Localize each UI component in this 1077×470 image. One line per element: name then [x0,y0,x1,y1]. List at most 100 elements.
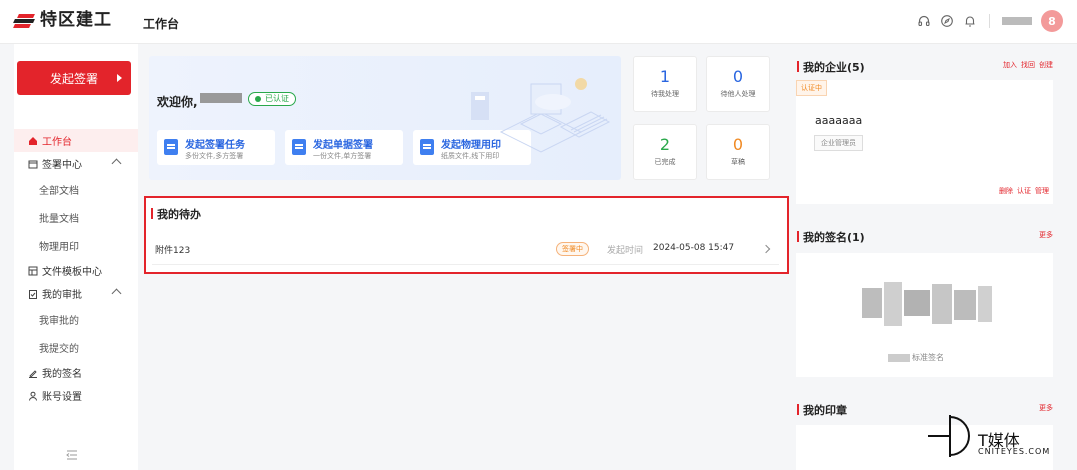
pen-icon [29,369,37,378]
collapse-menu-icon[interactable] [66,449,78,461]
sidebar-item-label: 文件模板中心 [42,267,102,278]
stat-completed[interactable]: 2 已完成 [633,124,697,180]
stat-label: 已完成 [654,158,676,166]
status-badge: 签署中 [556,242,589,256]
signature-label: 标准签名 [888,352,944,363]
avatar[interactable]: 8 [1041,10,1063,32]
folder-icon [28,160,38,168]
status-badge: 认证中 [796,80,827,96]
sidebar-item-label: 签署中心 [42,160,82,171]
sidebar-item-workbench[interactable]: 工作台 [14,129,138,152]
header-toolbar: 8 [917,10,1063,32]
isometric-illustration-icon [471,78,611,153]
printer-icon [420,139,434,155]
stat-label: 待他人处理 [720,90,756,98]
stat-drafts[interactable]: 0 草稿 [706,124,770,180]
sidebar-item-my-signature[interactable]: 我的签名 [14,361,138,384]
signature-card[interactable]: 标准签名 [796,253,1053,377]
stat-to-handle[interactable]: 1 待我处理 [633,56,697,112]
user-name-redacted[interactable] [1002,17,1032,25]
action-subtitle: 多份文件,多方签署 [185,152,244,160]
caret-right-icon [117,74,122,82]
template-icon [28,266,38,275]
bell-icon[interactable] [963,14,977,28]
brand-mark-icon [13,14,35,28]
user-name-redacted [200,93,242,103]
stat-value: 2 [659,135,671,154]
media-watermark: T媒体 CNITEYES.COM [926,409,1076,465]
sidebar-item-batch-docs[interactable]: 批量文档 [14,203,138,231]
top-header: 特区建工 工作台 8 [0,0,1077,44]
recover-link[interactable]: 找回 [1021,60,1035,70]
home-icon [29,136,37,145]
signature-image-redacted [862,282,992,326]
action-title: 发起单据签署 [313,140,373,151]
start-single-signing-card[interactable]: 发起单据签署 一份文件,单方签署 [285,130,403,165]
time-value: 2024-05-08 15:47 [653,243,735,253]
sidebar-item-label: 全部文档 [39,185,79,197]
sidebar-item-label: 我提交的 [39,343,79,355]
chevron-right-icon[interactable] [761,244,771,254]
section-title: 我的签名(1) [797,229,865,245]
signature-label-text: 标准签名 [912,353,944,362]
document-icon [292,139,306,155]
verify-link[interactable]: 认证 [1017,186,1031,196]
sidebar-item-label: 物理用印 [39,241,79,253]
enterprise-card[interactable]: 认证中 aaaaaaa 企业管理员 删除 认证 管理 [796,80,1053,204]
watermark-url: CNITEYES.COM [978,447,1051,456]
stat-label: 草稿 [731,158,745,166]
watermark-logo-icon [928,415,970,457]
welcome-panel: 欢迎你, 已认证 发起签署任务 多份文件,多方签署 发起单据签署 一份文件,单方… [149,56,621,180]
sidebar-item-label: 我的审批 [42,290,82,301]
enterprise-header: 我的企业(5) 加入 找回 创建 [795,56,1053,76]
action-title: 发起签署任务 [185,140,245,151]
compass-icon[interactable] [940,14,954,28]
sidebar-item-label: 工作台 [42,137,72,148]
header-divider [989,14,990,28]
user-icon [29,391,37,401]
sidebar-item-signing-center[interactable]: 签署中心 [14,152,138,175]
sidebar-item-label: 批量文档 [39,213,79,225]
start-signing-task-card[interactable]: 发起签署任务 多份文件,多方签署 [157,130,275,165]
sidebar-item-account-settings[interactable]: 账号设置 [14,384,138,407]
brand-logo[interactable]: 特区建工 [13,10,112,30]
enterprise-links: 加入 找回 创建 [1003,60,1053,70]
manage-link[interactable]: 管理 [1035,186,1049,196]
enterprise-name: aaaaaaa [815,114,863,127]
sidebar-item-physical-seal[interactable]: 物理用印 [14,231,138,259]
sidebar-item-all-docs[interactable]: 全部文档 [14,175,138,203]
signature-more-link[interactable]: 更多 [1039,230,1053,240]
start-signing-label: 发起签署 [49,71,98,86]
section-title: 我的企业(5) [797,59,865,75]
sidebar: 发起签署 工作台 签署中心 全部文档 批量文档 物理用印 文件模板中心 我的审批… [14,44,138,470]
chevron-up-icon[interactable] [111,288,122,299]
start-signing-button[interactable]: 发起签署 [17,61,131,95]
sidebar-item-template-center[interactable]: 文件模板中心 [14,259,138,282]
document-icon [164,139,178,155]
stat-value: 1 [659,67,671,86]
action-subtitle: 一份文件,单方签署 [313,152,372,160]
welcome-greeting: 欢迎你, [157,95,198,109]
sidebar-item-approved-by-me[interactable]: 我审批的 [14,305,138,333]
stat-others-handle[interactable]: 0 待他人处理 [706,56,770,112]
stat-label: 待我处理 [651,90,679,98]
delete-link[interactable]: 删除 [999,186,1013,196]
sidebar-item-label: 账号设置 [42,392,82,403]
chevron-up-icon[interactable] [111,158,122,169]
sidebar-item-label: 我的签名 [42,369,82,380]
sidebar-nav: 工作台 签署中心 全部文档 批量文档 物理用印 文件模板中心 我的审批 我审批的… [14,129,138,407]
join-link[interactable]: 加入 [1003,60,1017,70]
todo-name: 附件123 [155,246,191,256]
sidebar-item-label: 我审批的 [39,315,79,327]
create-link[interactable]: 创建 [1039,60,1053,70]
section-title: 我的印章 [797,402,847,418]
page-title: 工作台 [143,17,180,31]
sidebar-item-submitted-by-me[interactable]: 我提交的 [14,333,138,361]
headset-icon[interactable] [917,14,931,28]
stat-value: 0 [732,67,744,86]
list-item[interactable]: 附件123 签署中 发起时间 2024-05-08 15:47 [152,233,779,265]
signature-header: 我的签名(1) 更多 [795,226,1053,246]
sidebar-item-my-approvals[interactable]: 我的审批 [14,282,138,305]
brand-name: 特区建工 [40,10,112,30]
enterprise-actions: 删除 认证 管理 [999,186,1049,196]
